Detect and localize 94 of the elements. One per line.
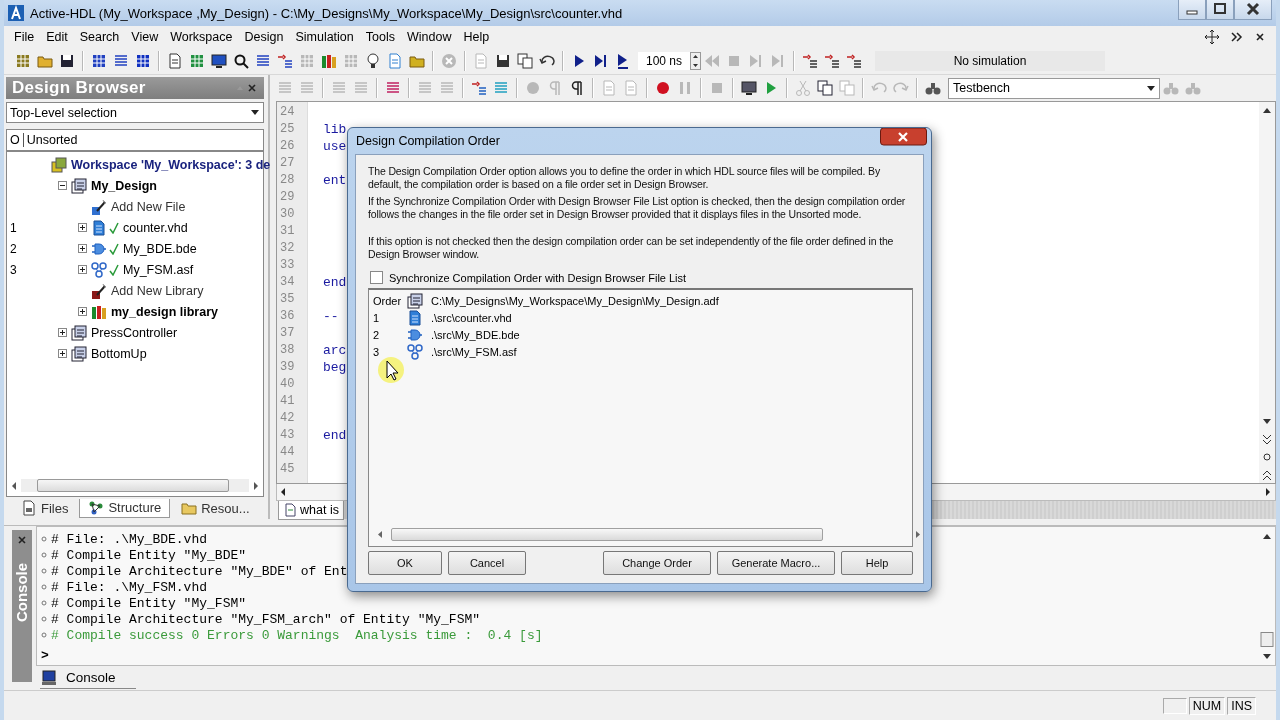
menu-item[interactable]: File xyxy=(8,28,41,46)
line-number: 45 xyxy=(279,461,296,478)
line-number: 40 xyxy=(279,376,296,393)
console-tab[interactable]: Console xyxy=(40,667,136,689)
line-number: 39 xyxy=(279,359,296,376)
line-number: 29 xyxy=(279,189,296,206)
dialog-button[interactable]: Help xyxy=(841,551,913,575)
menu-item[interactable]: Search xyxy=(73,28,126,46)
line-number: 28 xyxy=(279,172,296,189)
description-text: The Design Compilation Order option allows you to define the order in which HDL source files will be compiled. By default, the compilation order is based on a file order set in Design Browser. xyxy=(368,165,881,191)
panel-tab[interactable]: Resou... xyxy=(172,498,259,518)
menu-item[interactable]: Edit xyxy=(40,28,74,46)
menu-item[interactable]: Workspace xyxy=(164,28,239,46)
code-text: beg xyxy=(323,360,347,375)
menu-item[interactable]: Design xyxy=(238,28,290,46)
console-line: # Compile Architecture "My_FSM_arch" of Entity "My_FSM" xyxy=(51,611,481,627)
dialog-button[interactable]: Change Order xyxy=(603,551,711,575)
order-number: 1 xyxy=(372,311,381,324)
line-number: 43 xyxy=(279,427,296,444)
line-number: 33 xyxy=(279,257,296,274)
code-text: -- xyxy=(323,309,339,324)
console-line: # Compile Architecture "My_BDE" of Ent xyxy=(51,563,348,579)
top-level-dropdown[interactable]: Top-Level selection xyxy=(6,102,264,123)
code-text: use xyxy=(323,139,347,154)
time-field[interactable]: 100 ns xyxy=(638,52,691,70)
order-number: 3 xyxy=(10,262,17,277)
tree-item[interactable]: Add New File xyxy=(111,199,186,214)
status-indicator: NUM xyxy=(1188,696,1226,715)
menu-item[interactable]: Window xyxy=(400,28,458,46)
file-path[interactable]: .\src\My_BDE.bde xyxy=(431,328,520,341)
simulation-status: No simulation xyxy=(875,51,1106,71)
target-dropdown[interactable]: Testbench xyxy=(948,77,1160,99)
line-number: 38 xyxy=(279,342,296,359)
order-number: 2 xyxy=(10,241,17,256)
dialog-button[interactable]: Generate Macro... xyxy=(717,551,835,575)
order-number: 2 xyxy=(372,328,381,341)
column-header: Unsorted xyxy=(25,133,79,147)
console-line: # Compile Entity "My_FSM" xyxy=(51,595,247,611)
description-text: If the Synchronize Compilation Order with Design Browser File List option is checked, then the design compilation order follows the changes in the file order set in Design Browser provided that it displays files in the Unsorted mode. xyxy=(368,195,907,221)
panel-tab[interactable]: Structure xyxy=(79,498,171,518)
tree-item[interactable]: My_FSM.asf xyxy=(123,262,194,277)
panel-title: Design Browser xyxy=(12,78,147,98)
code-text: end xyxy=(323,275,347,290)
line-number: 41 xyxy=(279,393,296,410)
tree-item[interactable]: My_BDE.bde xyxy=(123,241,197,256)
code-text: lib xyxy=(323,122,347,137)
line-number: 24 xyxy=(279,104,296,121)
line-number: 25 xyxy=(279,121,296,138)
line-number: 31 xyxy=(279,223,296,240)
line-number: 30 xyxy=(279,206,296,223)
order-number: 3 xyxy=(372,345,381,358)
line-number: 36 xyxy=(279,308,296,325)
code-text: ent xyxy=(323,173,347,188)
line-number: 44 xyxy=(279,444,296,461)
line-number: 32 xyxy=(279,240,296,257)
menu-item[interactable]: View xyxy=(125,28,165,46)
tree-item[interactable]: Add New Library xyxy=(111,283,204,298)
tree-item[interactable]: My_Design xyxy=(91,178,157,193)
panel-tab[interactable]: Files xyxy=(12,498,78,518)
file-path[interactable]: .\src\counter.vhd xyxy=(431,311,512,324)
dialog-button[interactable]: OK xyxy=(368,551,442,575)
line-number: 37 xyxy=(279,325,296,342)
console-line: # Compile Entity "My_BDE" xyxy=(51,547,247,563)
tree-item[interactable]: Workspace 'My_Workspace': 3 de xyxy=(71,157,271,172)
dialog-title: Design Compilation Order xyxy=(356,134,501,148)
console-line: # File: .\My_BDE.vhd xyxy=(51,531,208,547)
line-number: 27 xyxy=(279,155,296,172)
menu-item[interactable]: Help xyxy=(457,28,496,46)
line-number: 26 xyxy=(279,138,296,155)
window-title: Active-HDL (My_Workspace ,My_Design) - C:\My_Designs\My_Workspace\My_Design\src\counter.vhd xyxy=(30,5,624,21)
tree-item[interactable]: my_design library xyxy=(111,304,218,319)
line-number: 42 xyxy=(279,410,296,427)
tree-item[interactable]: PressController xyxy=(91,325,178,340)
dialog-button[interactable]: Cancel xyxy=(448,551,526,575)
console-line: # Compile success 0 Errors 0 Warnings Analysis time : 0.4 [s] xyxy=(51,627,543,643)
tree-item[interactable]: BottomUp xyxy=(91,346,147,361)
code-text: arc xyxy=(323,343,347,358)
line-number: 35 xyxy=(279,291,296,308)
menu-item[interactable]: Simulation xyxy=(289,28,360,46)
panel-title: Console xyxy=(13,562,31,623)
code-text: end xyxy=(323,428,347,443)
tree-item[interactable]: counter.vhd xyxy=(123,220,188,235)
console-line: # File: .\My_FSM.vhd xyxy=(51,579,208,595)
column-header: Order xyxy=(372,294,403,307)
column-header: O xyxy=(7,133,24,147)
status-indicator: INS xyxy=(1227,696,1256,715)
description-text: If this option is not checked then the design compilation order can be set independently of the file order defined in the Design Browser window. xyxy=(368,235,895,261)
order-number: 1 xyxy=(10,220,17,235)
checkbox-label[interactable]: Synchronize Compilation Order with Design Browser File List xyxy=(389,271,687,284)
file-path[interactable]: .\src\My_FSM.asf xyxy=(431,345,517,358)
line-number: 34 xyxy=(279,274,296,291)
console-prompt[interactable]: > xyxy=(41,647,49,663)
design-file-path: C:\My_Designs\My_Workspace\My_Design\My_Design.adf xyxy=(431,294,719,307)
menu-item[interactable]: Tools xyxy=(359,28,401,46)
